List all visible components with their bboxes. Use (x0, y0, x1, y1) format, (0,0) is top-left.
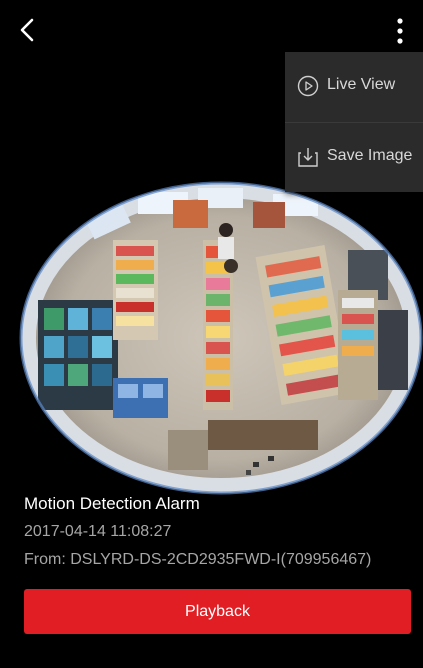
menu-item-label: Save Image (327, 147, 413, 164)
alarm-time: 2017-04-14 11:08:27 (24, 523, 172, 540)
play-circle-icon (297, 75, 319, 97)
menu-item-save-image[interactable]: Save Image (285, 123, 423, 193)
menu-item-label: Live View (327, 76, 396, 93)
back-button[interactable] (14, 16, 42, 44)
chevron-left-icon (20, 18, 34, 42)
more-vertical-icon (397, 18, 403, 44)
download-icon (298, 148, 318, 167)
more-button[interactable] (386, 14, 414, 48)
overflow-menu: Live View Save Image (285, 52, 423, 192)
alarm-title: Motion Detection Alarm (24, 494, 200, 513)
top-bar (0, 0, 423, 56)
alarm-source: From: DSLYRD-DS-2CD2935FWD-I(709956467) (24, 551, 372, 568)
playback-button[interactable]: Playback (24, 589, 411, 634)
menu-item-live-view[interactable]: Live View (285, 52, 423, 123)
fisheye-snapshot (19, 181, 423, 495)
